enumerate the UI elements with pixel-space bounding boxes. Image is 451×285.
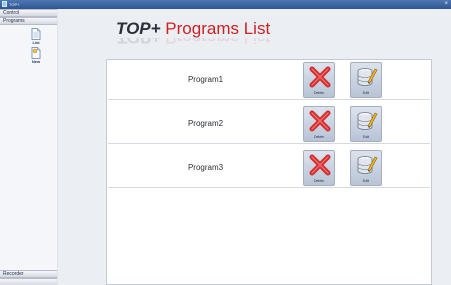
edit-database-icon (357, 68, 378, 86)
edit-button-label: Edit (362, 179, 370, 183)
delete-button-label: Delete (313, 91, 325, 95)
edit-database-icon (357, 112, 378, 130)
reflection-brand: TOP+ (116, 38, 161, 46)
new-document-icon (31, 47, 41, 59)
program-row: Program1 Delete Edit (108, 60, 430, 100)
page-title-reflection: TOP+ Programs List (116, 38, 270, 46)
sidebar-section-collapsed[interactable] (0, 278, 57, 285)
delete-button-label: Delete (313, 135, 325, 139)
page-title-text: Programs List (160, 19, 271, 38)
edit-button-label: Edit (362, 135, 370, 139)
sidebar-programs-panel: List New (0, 25, 57, 270)
delete-button-label: Delete (313, 179, 325, 183)
page-title: TOP+ Programs List (116, 20, 270, 38)
program-name[interactable]: Program1 (108, 60, 303, 100)
program-row: Program3 Delete Edit (108, 148, 430, 188)
window-title: TOP+ (9, 2, 20, 7)
sidebar-item-new-label: New (31, 59, 41, 64)
document-icon (31, 28, 41, 40)
sidebar-section-control[interactable]: Control (0, 9, 57, 17)
programs-list-panel: Program1 Delete Edit Program2 Delete Edi… (106, 59, 432, 285)
delete-x-icon (309, 110, 331, 132)
delete-x-icon (309, 154, 331, 176)
sidebar: Control Programs List New Recorder (0, 9, 57, 285)
sidebar-item-list-label: List (32, 40, 40, 45)
delete-button[interactable]: Delete (303, 106, 335, 142)
sidebar-section-recorder[interactable]: Recorder (0, 270, 57, 278)
edit-button[interactable]: Edit (350, 150, 382, 186)
sidebar-item-list[interactable]: List (24, 28, 48, 45)
delete-button[interactable]: Delete (303, 150, 335, 186)
edit-button-label: Edit (362, 91, 370, 95)
sidebar-item-new[interactable]: New (24, 47, 48, 64)
edit-button[interactable]: Edit (350, 106, 382, 142)
program-name[interactable]: Program3 (108, 148, 303, 188)
reflection-text: Programs List (161, 38, 270, 46)
app-icon (2, 1, 7, 7)
delete-button[interactable]: Delete (303, 62, 335, 98)
edit-database-icon (357, 156, 378, 174)
close-icon[interactable]: × (444, 0, 448, 9)
title-bar: TOP+ × (0, 0, 451, 9)
sidebar-section-programs[interactable]: Programs (0, 17, 57, 25)
program-name[interactable]: Program2 (108, 104, 303, 144)
edit-button[interactable]: Edit (350, 62, 382, 98)
page-title-brand: TOP+ (116, 19, 161, 38)
program-row: Program2 Delete Edit (108, 104, 430, 144)
delete-x-icon (309, 66, 331, 88)
